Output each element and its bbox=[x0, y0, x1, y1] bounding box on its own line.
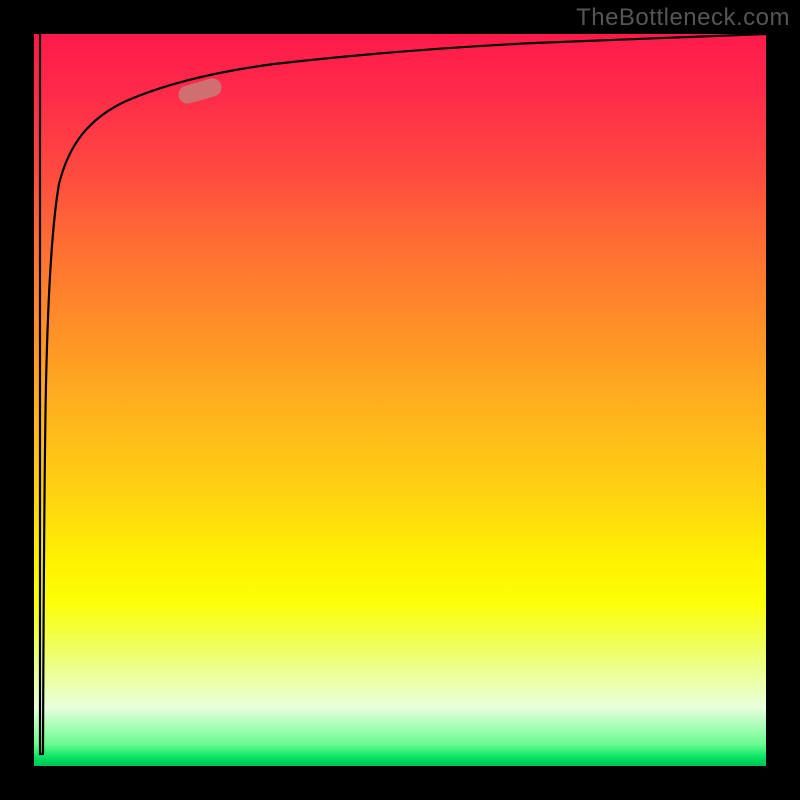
chart-frame bbox=[0, 0, 800, 800]
watermark-text: TheBottleneck.com bbox=[576, 4, 790, 32]
curve-layer bbox=[34, 34, 766, 766]
bottleneck-curve bbox=[40, 34, 766, 754]
